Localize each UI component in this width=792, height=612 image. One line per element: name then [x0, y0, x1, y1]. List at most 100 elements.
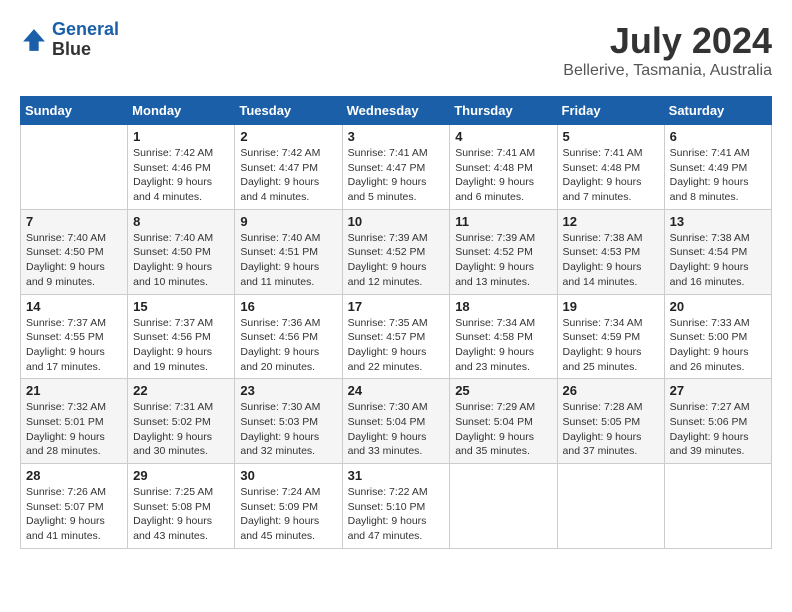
calendar-cell: 4 Sunrise: 7:41 AMSunset: 4:48 PMDaylight…	[450, 125, 557, 210]
calendar-cell: 17Sunrise: 7:35 AMSunset: 4:57 PMDayligh…	[342, 294, 450, 379]
logo: General Blue	[20, 20, 119, 60]
calendar-cell: 19 Sunrise: 7:34 AMSunset: 4:59 PMDayligh…	[557, 294, 664, 379]
day-number: 2	[240, 129, 336, 144]
day-number: 11	[455, 214, 551, 229]
day-info: Sunrise: 7:26 AMSunset: 5:07 PMDaylight:…	[26, 485, 122, 544]
day-number: 21	[26, 383, 122, 398]
weekday-header: Sunday	[21, 97, 128, 125]
weekday-header: Wednesday	[342, 97, 450, 125]
day-number: 4	[455, 129, 551, 144]
calendar-cell: 2 Sunrise: 7:42 AMSunset: 4:47 PMDaylight…	[235, 125, 342, 210]
day-info: Sunrise: 7:32 AMSunset: 5:01 PMDaylight:…	[26, 400, 122, 459]
day-info: Sunrise: 7:30 AMSunset: 5:04 PMDaylight:…	[348, 400, 445, 459]
day-info: Sunrise: 7:35 AMSunset: 4:57 PMDaylight:…	[348, 316, 445, 375]
calendar-cell: 10 Sunrise: 7:39 AMSunset: 4:52 PMDayligh…	[342, 209, 450, 294]
day-number: 9	[240, 214, 336, 229]
calendar-cell	[557, 464, 664, 549]
calendar-cell: 15Sunrise: 7:37 AMSunset: 4:56 PMDayligh…	[128, 294, 235, 379]
calendar-header-row: SundayMondayTuesdayWednesdayThursdayFrid…	[21, 97, 772, 125]
day-number: 6	[670, 129, 766, 144]
day-info: Sunrise: 7:39 AMSunset: 4:52 PMDaylight:…	[348, 231, 445, 290]
day-info: Sunrise: 7:27 AMSunset: 5:06 PMDaylight:…	[670, 400, 766, 459]
title-block: July 2024 Bellerive, Tasmania, Australia	[563, 20, 772, 80]
day-number: 8	[133, 214, 229, 229]
day-info: Sunrise: 7:40 AMSunset: 4:50 PMDaylight:…	[26, 231, 122, 290]
calendar-cell: 26 Sunrise: 7:28 AMSunset: 5:05 PMDayligh…	[557, 379, 664, 464]
calendar-week-row: 1 Sunrise: 7:42 AMSunset: 4:46 PMDaylight…	[21, 125, 772, 210]
calendar-cell: 12Sunrise: 7:38 AMSunset: 4:53 PMDayligh…	[557, 209, 664, 294]
day-info: Sunrise: 7:31 AMSunset: 5:02 PMDaylight:…	[133, 400, 229, 459]
day-info: Sunrise: 7:42 AMSunset: 4:47 PMDaylight:…	[240, 146, 336, 205]
calendar-week-row: 28 Sunrise: 7:26 AMSunset: 5:07 PMDayligh…	[21, 464, 772, 549]
day-info: Sunrise: 7:36 AMSunset: 4:56 PMDaylight:…	[240, 316, 336, 375]
day-number: 24	[348, 383, 445, 398]
calendar-cell: 16 Sunrise: 7:36 AMSunset: 4:56 PMDayligh…	[235, 294, 342, 379]
day-info: Sunrise: 7:28 AMSunset: 5:05 PMDaylight:…	[563, 400, 659, 459]
weekday-header: Saturday	[664, 97, 771, 125]
day-number: 14	[26, 299, 122, 314]
calendar-cell: 22 Sunrise: 7:31 AMSunset: 5:02 PMDayligh…	[128, 379, 235, 464]
day-info: Sunrise: 7:25 AMSunset: 5:08 PMDaylight:…	[133, 485, 229, 544]
calendar-cell: 24 Sunrise: 7:30 AMSunset: 5:04 PMDayligh…	[342, 379, 450, 464]
day-info: Sunrise: 7:41 AMSunset: 4:48 PMDaylight:…	[455, 146, 551, 205]
day-info: Sunrise: 7:24 AMSunset: 5:09 PMDaylight:…	[240, 485, 336, 544]
calendar-cell: 5 Sunrise: 7:41 AMSunset: 4:48 PMDaylight…	[557, 125, 664, 210]
day-info: Sunrise: 7:34 AMSunset: 4:58 PMDaylight:…	[455, 316, 551, 375]
day-info: Sunrise: 7:40 AMSunset: 4:51 PMDaylight:…	[240, 231, 336, 290]
calendar-cell: 3 Sunrise: 7:41 AMSunset: 4:47 PMDaylight…	[342, 125, 450, 210]
day-number: 12	[563, 214, 659, 229]
day-number: 30	[240, 468, 336, 483]
calendar-cell: 11 Sunrise: 7:39 AMSunset: 4:52 PMDayligh…	[450, 209, 557, 294]
day-info: Sunrise: 7:41 AMSunset: 4:47 PMDaylight:…	[348, 146, 445, 205]
day-info: Sunrise: 7:29 AMSunset: 5:04 PMDaylight:…	[455, 400, 551, 459]
calendar-cell: 30 Sunrise: 7:24 AMSunset: 5:09 PMDayligh…	[235, 464, 342, 549]
calendar-cell: 13 Sunrise: 7:38 AMSunset: 4:54 PMDayligh…	[664, 209, 771, 294]
calendar-cell: 25Sunrise: 7:29 AMSunset: 5:04 PMDayligh…	[450, 379, 557, 464]
calendar-cell: 21 Sunrise: 7:32 AMSunset: 5:01 PMDayligh…	[21, 379, 128, 464]
day-info: Sunrise: 7:41 AMSunset: 4:49 PMDaylight:…	[670, 146, 766, 205]
calendar-cell: 1 Sunrise: 7:42 AMSunset: 4:46 PMDaylight…	[128, 125, 235, 210]
day-info: Sunrise: 7:41 AMSunset: 4:48 PMDaylight:…	[563, 146, 659, 205]
day-number: 10	[348, 214, 445, 229]
day-number: 19	[563, 299, 659, 314]
day-number: 13	[670, 214, 766, 229]
logo-line1: General	[52, 19, 119, 39]
calendar-cell: 27 Sunrise: 7:27 AMSunset: 5:06 PMDayligh…	[664, 379, 771, 464]
calendar-cell: 9 Sunrise: 7:40 AMSunset: 4:51 PMDaylight…	[235, 209, 342, 294]
day-info: Sunrise: 7:38 AMSunset: 4:54 PMDaylight:…	[670, 231, 766, 290]
day-number: 3	[348, 129, 445, 144]
day-info: Sunrise: 7:39 AMSunset: 4:52 PMDaylight:…	[455, 231, 551, 290]
day-number: 22	[133, 383, 229, 398]
day-number: 28	[26, 468, 122, 483]
calendar-cell: 6 Sunrise: 7:41 AMSunset: 4:49 PMDaylight…	[664, 125, 771, 210]
day-info: Sunrise: 7:37 AMSunset: 4:56 PMDaylight:…	[133, 316, 229, 375]
day-info: Sunrise: 7:30 AMSunset: 5:03 PMDaylight:…	[240, 400, 336, 459]
day-number: 5	[563, 129, 659, 144]
calendar-cell	[664, 464, 771, 549]
day-number: 1	[133, 129, 229, 144]
calendar-week-row: 14 Sunrise: 7:37 AMSunset: 4:55 PMDayligh…	[21, 294, 772, 379]
calendar-cell: 28 Sunrise: 7:26 AMSunset: 5:07 PMDayligh…	[21, 464, 128, 549]
day-number: 26	[563, 383, 659, 398]
day-number: 16	[240, 299, 336, 314]
logo-text: General Blue	[52, 20, 119, 60]
day-number: 31	[348, 468, 445, 483]
logo-line2: Blue	[52, 40, 119, 60]
day-number: 18	[455, 299, 551, 314]
calendar-cell: 7Sunrise: 7:40 AMSunset: 4:50 PMDaylight…	[21, 209, 128, 294]
calendar-cell: 18 Sunrise: 7:34 AMSunset: 4:58 PMDayligh…	[450, 294, 557, 379]
day-info: Sunrise: 7:37 AMSunset: 4:55 PMDaylight:…	[26, 316, 122, 375]
calendar-cell	[21, 125, 128, 210]
day-number: 27	[670, 383, 766, 398]
day-info: Sunrise: 7:33 AMSunset: 5:00 PMDaylight:…	[670, 316, 766, 375]
calendar-cell: 20 Sunrise: 7:33 AMSunset: 5:00 PMDayligh…	[664, 294, 771, 379]
day-number: 23	[240, 383, 336, 398]
weekday-header: Tuesday	[235, 97, 342, 125]
day-number: 20	[670, 299, 766, 314]
day-info: Sunrise: 7:42 AMSunset: 4:46 PMDaylight:…	[133, 146, 229, 205]
calendar-cell: 14 Sunrise: 7:37 AMSunset: 4:55 PMDayligh…	[21, 294, 128, 379]
calendar-cell	[450, 464, 557, 549]
main-title: July 2024	[563, 20, 772, 62]
calendar-week-row: 7Sunrise: 7:40 AMSunset: 4:50 PMDaylight…	[21, 209, 772, 294]
day-info: Sunrise: 7:34 AMSunset: 4:59 PMDaylight:…	[563, 316, 659, 375]
